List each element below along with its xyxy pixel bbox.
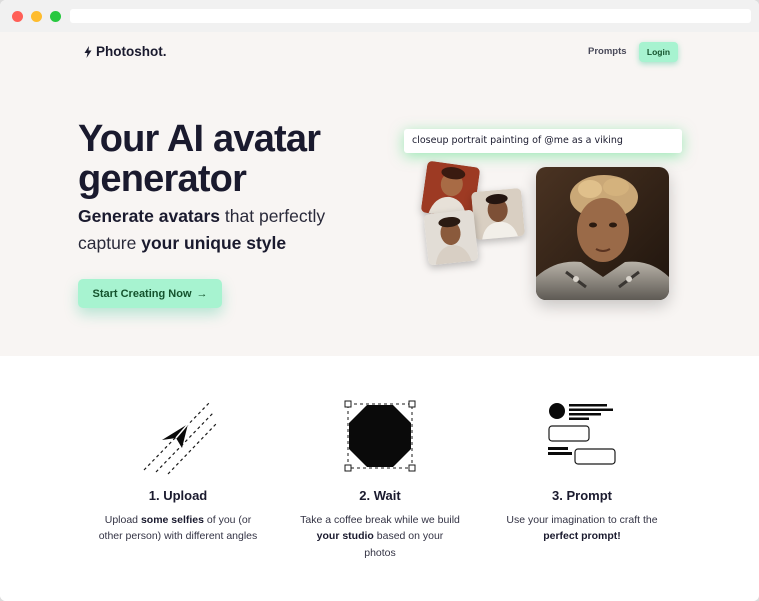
step-upload-title: 1. Upload [148,488,208,503]
lightning-bolt-icon [84,45,92,58]
generated-viking-portrait [536,167,669,300]
paper-plane-icon [138,396,218,476]
step-wait-description: Take a coffee break while we build your … [300,512,460,561]
step-wait-desc-emphasis: your studio [316,530,374,543]
subtitle-text-2: capture [78,233,142,253]
hero-subtitle: Generate avatars that perfectly capture … [78,203,378,257]
login-button[interactable]: Login [639,42,678,62]
step-upload-desc-text: Upload [104,514,141,526]
browser-window: Photoshot. Prompts Login Your AI avatar … [0,0,759,601]
brand-name: Photoshot. [96,44,167,59]
selfie-thumbnail-2 [471,187,525,241]
maximize-window-button[interactable] [50,11,61,22]
octagon-selection-icon [340,396,420,476]
arrow-right-icon: → [196,287,208,300]
subtitle-emphasis-1: Generate avatars [78,206,221,226]
address-bar[interactable] [70,9,751,23]
brand-logo[interactable]: Photoshot. [84,44,167,59]
prompt-layout-icon [542,396,622,476]
selfie-thumbnail-3 [423,209,479,266]
step-upload-description: Upload some selfies of you (or other per… [98,512,258,545]
hero-title: Your AI avatar generator [78,119,378,199]
window-titlebar [0,0,759,32]
step-prompt-title: 3. Prompt [552,488,612,503]
step-wait-desc-text-2: based on your photos [364,530,444,559]
subtitle-emphasis-2: your unique style [141,233,287,253]
close-window-button[interactable] [12,11,23,22]
step-wait-title: 2. Wait [359,488,401,503]
step-prompt-description: Use your imagination to craft the perfec… [502,512,662,545]
hero-title-line2: generator [78,158,247,200]
nav-link-prompts[interactable]: Prompts [588,46,627,57]
subtitle-text-1: that perfectly [220,206,326,226]
hero-title-line1: Your AI avatar [78,118,321,160]
step-prompt: 3. Prompt Use your imagination to craft … [502,396,662,545]
step-prompt-desc-text: Use your imagination to craft the [506,514,658,526]
minimize-window-button[interactable] [31,11,42,22]
start-creating-button[interactable]: Start Creating Now → [78,279,222,308]
step-upload: 1. Upload Upload some selfies of you (or… [98,396,258,545]
step-prompt-desc-emphasis: perfect prompt! [543,530,621,543]
step-wait: 2. Wait Take a coffee break while we bui… [300,396,460,561]
example-prompt-box: closeup portrait painting of @me as a vi… [404,129,682,153]
step-upload-desc-emphasis: some selfies [140,514,204,526]
start-creating-label: Start Creating Now [92,287,192,300]
step-wait-desc-text: Take a coffee break while we build [300,514,460,526]
